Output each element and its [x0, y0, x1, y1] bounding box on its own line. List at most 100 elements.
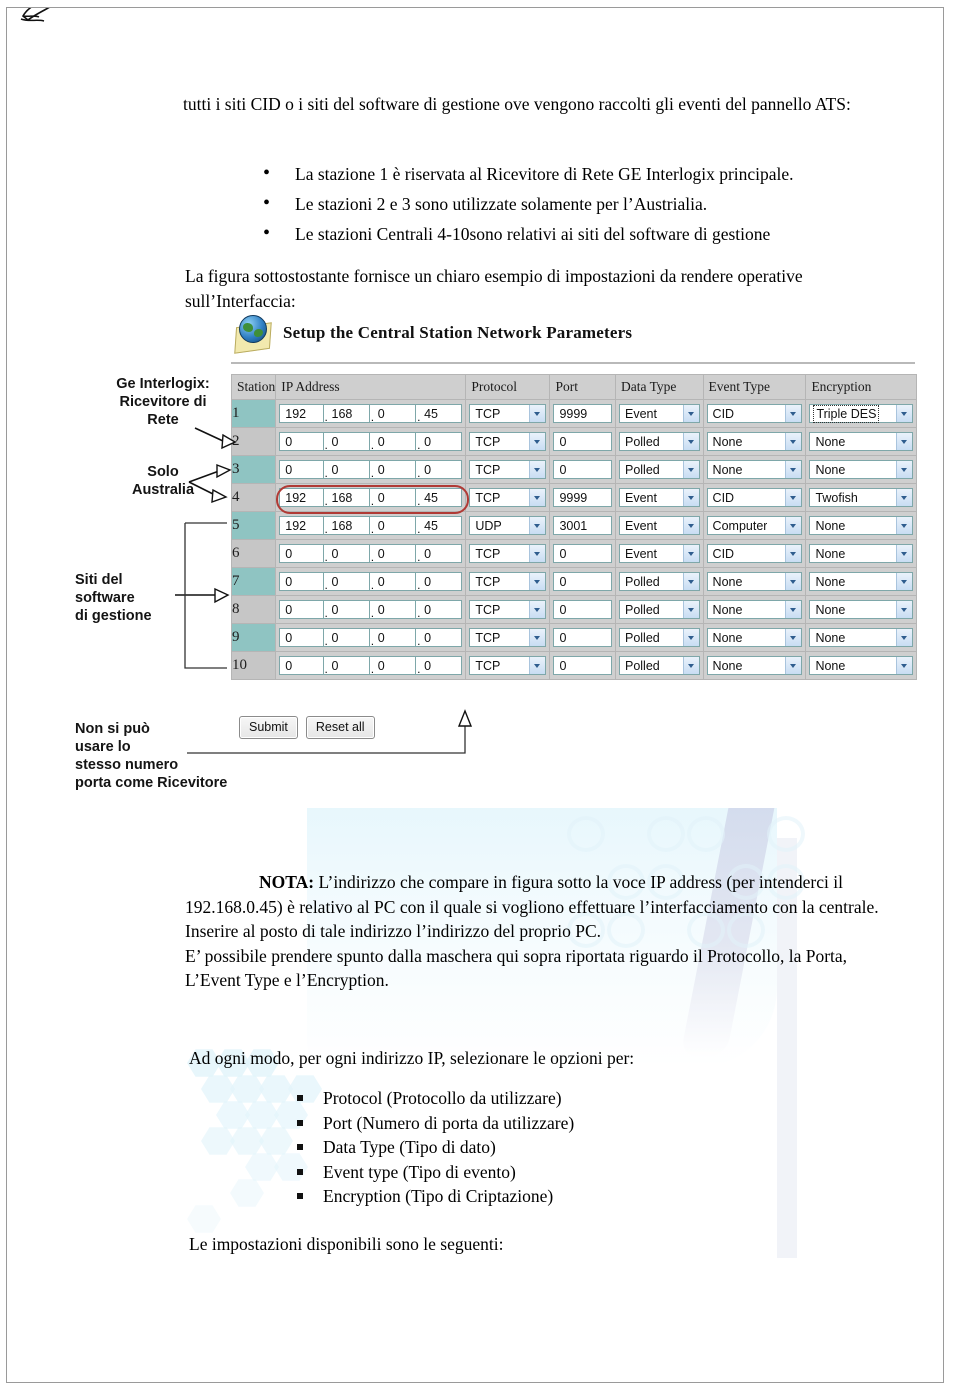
protocol-select[interactable]: TCP [469, 432, 547, 451]
data-type-select[interactable]: Event [618, 488, 700, 507]
chevron-down-icon[interactable] [529, 573, 546, 590]
ip-octet-input[interactable]: .0 [368, 656, 416, 675]
ip-octet-input[interactable]: . 168 [322, 404, 369, 423]
chevron-down-icon[interactable] [896, 489, 912, 506]
chevron-down-icon[interactable] [529, 461, 546, 478]
ip-octet-input[interactable]: .0 [279, 460, 323, 479]
ip-octet-input[interactable]: .0 [368, 544, 416, 563]
chevron-down-icon[interactable] [682, 517, 699, 534]
chevron-down-icon[interactable] [529, 433, 546, 450]
event-type-select[interactable]: CID [706, 544, 803, 563]
encryption-select[interactable]: Twofish [809, 488, 913, 507]
chevron-down-icon[interactable] [785, 573, 802, 590]
port-input[interactable]: 3001 [553, 516, 612, 535]
encryption-select[interactable]: None [809, 600, 913, 619]
port-input[interactable]: 0 [553, 572, 612, 591]
ip-octet-input[interactable]: . 168 [322, 516, 369, 535]
data-type-select[interactable]: Polled [618, 600, 700, 619]
chevron-down-icon[interactable] [529, 657, 546, 674]
port-input[interactable]: 0 [553, 544, 612, 563]
ip-octet-input[interactable]: .0 [279, 572, 323, 591]
data-type-select[interactable]: Event [618, 404, 700, 423]
chevron-down-icon[interactable] [896, 657, 912, 674]
chevron-down-icon[interactable] [896, 405, 912, 422]
chevron-down-icon[interactable] [896, 573, 912, 590]
ip-octet-input[interactable]: .0 [322, 572, 369, 591]
data-type-select[interactable]: Event [618, 544, 700, 563]
chevron-down-icon[interactable] [682, 629, 699, 646]
ip-octet-input[interactable]: .0 [415, 460, 463, 479]
data-type-select[interactable]: Polled [618, 656, 700, 675]
ip-octet-input[interactable]: . 45 [415, 488, 463, 507]
event-type-select[interactable]: None [706, 572, 803, 591]
chevron-down-icon[interactable] [785, 601, 802, 618]
chevron-down-icon[interactable] [682, 545, 699, 562]
chevron-down-icon[interactable] [682, 433, 699, 450]
event-type-select[interactable]: None [706, 432, 803, 451]
port-input[interactable]: 9999 [553, 404, 612, 423]
event-type-select[interactable]: None [706, 628, 803, 647]
event-type-select[interactable]: None [706, 600, 803, 619]
data-type-select[interactable]: Event [618, 516, 700, 535]
ip-octet-input[interactable]: .0 [279, 628, 323, 647]
ip-octet-input[interactable]: .0 [368, 628, 416, 647]
encryption-select[interactable]: None [809, 544, 913, 563]
chevron-down-icon[interactable] [682, 657, 699, 674]
ip-octet-input[interactable]: .0 [322, 656, 369, 675]
port-input[interactable]: 0 [553, 460, 612, 479]
chevron-down-icon[interactable] [785, 461, 802, 478]
ip-octet-input[interactable]: .0 [415, 544, 463, 563]
ip-octet-input[interactable]: .0 [368, 488, 416, 507]
chevron-down-icon[interactable] [529, 517, 546, 534]
ip-octet-input[interactable]: .0 [279, 656, 323, 675]
ip-octet-input[interactable]: .0 [279, 432, 323, 451]
chevron-down-icon[interactable] [529, 489, 546, 506]
submit-button[interactable]: Submit [239, 716, 298, 739]
protocol-select[interactable]: UDP [469, 516, 547, 535]
ip-octet-input[interactable]: . 168 [322, 488, 369, 507]
chevron-down-icon[interactable] [682, 405, 699, 422]
chevron-down-icon[interactable] [785, 517, 802, 534]
event-type-select[interactable]: Computer [706, 516, 803, 535]
ip-octet-input[interactable]: .0 [415, 600, 463, 619]
ip-octet-input[interactable]: .192 [279, 516, 323, 535]
chevron-down-icon[interactable] [785, 489, 802, 506]
ip-octet-input[interactable]: .0 [415, 628, 463, 647]
reset-all-button[interactable]: Reset all [305, 716, 375, 739]
chevron-down-icon[interactable] [896, 433, 912, 450]
port-input[interactable]: 0 [553, 432, 612, 451]
data-type-select[interactable]: Polled [618, 460, 700, 479]
chevron-down-icon[interactable] [896, 461, 912, 478]
port-input[interactable]: 0 [553, 628, 612, 647]
protocol-select[interactable]: TCP [469, 572, 547, 591]
encryption-select[interactable]: None [809, 432, 913, 451]
event-type-select[interactable]: None [706, 656, 803, 675]
encryption-select[interactable]: Triple DES [809, 404, 913, 423]
chevron-down-icon[interactable] [896, 601, 912, 618]
chevron-down-icon[interactable] [785, 657, 802, 674]
chevron-down-icon[interactable] [785, 405, 802, 422]
chevron-down-icon[interactable] [896, 545, 912, 562]
chevron-down-icon[interactable] [529, 405, 546, 422]
ip-octet-input[interactable]: .0 [279, 544, 323, 563]
chevron-down-icon[interactable] [682, 489, 699, 506]
protocol-select[interactable]: TCP [469, 404, 547, 423]
ip-octet-input[interactable]: . 45 [415, 516, 463, 535]
chevron-down-icon[interactable] [785, 545, 802, 562]
chevron-down-icon[interactable] [682, 601, 699, 618]
chevron-down-icon[interactable] [785, 433, 802, 450]
ip-octet-input[interactable]: .0 [279, 600, 323, 619]
encryption-select[interactable]: None [809, 656, 913, 675]
ip-octet-input[interactable]: .0 [368, 572, 416, 591]
encryption-select[interactable]: None [809, 460, 913, 479]
data-type-select[interactable]: Polled [618, 572, 700, 591]
ip-octet-input[interactable]: .0 [368, 600, 416, 619]
ip-octet-input[interactable]: .0 [415, 572, 463, 591]
ip-octet-input[interactable]: .0 [322, 600, 369, 619]
encryption-select[interactable]: None [809, 516, 913, 535]
chevron-down-icon[interactable] [682, 461, 699, 478]
chevron-down-icon[interactable] [529, 601, 546, 618]
event-type-select[interactable]: CID [706, 488, 803, 507]
protocol-select[interactable]: TCP [469, 628, 547, 647]
chevron-down-icon[interactable] [529, 629, 546, 646]
